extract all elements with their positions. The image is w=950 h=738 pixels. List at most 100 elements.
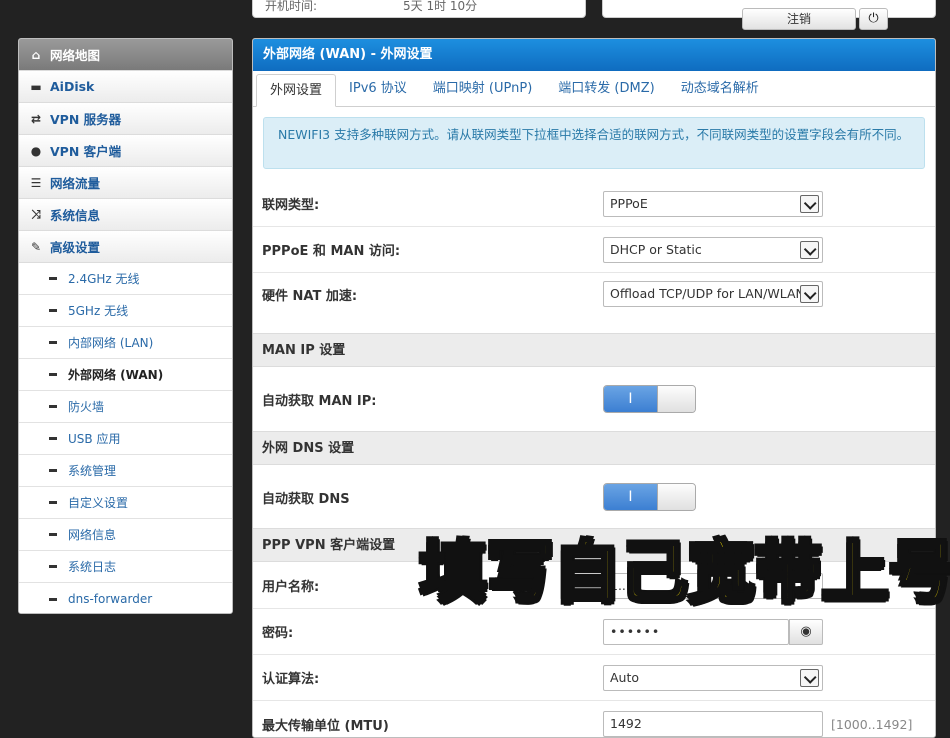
sidebar-subitem-label: 自定义设置 [68, 496, 129, 510]
show-password-button[interactable]: ◉ [789, 618, 823, 645]
chevron-down-icon [800, 194, 819, 213]
auto-dns-toggle[interactable]: I [603, 483, 696, 511]
auth-select[interactable]: Auto [603, 664, 823, 691]
auto-dns-row: 自动获取 DNS I [253, 466, 935, 528]
uptime-label: 开机时间: [265, 0, 318, 13]
auto-man-ip-label: 自动获取 MAN IP: [262, 393, 377, 409]
sidebar-item-label: VPN 服务器 [50, 112, 122, 127]
hw-nat-value: Offload TCP/UDP for LAN/WLAN [610, 286, 805, 301]
tab-upnp[interactable]: 端口映射 (UPnP) [420, 73, 545, 106]
password-input[interactable]: •••••• [603, 618, 789, 645]
wan-type-label: 联网类型: [262, 198, 320, 213]
dash-icon [49, 437, 57, 440]
retweet-icon: ⇄ [30, 111, 42, 126]
tab-wan-settings[interactable]: 外网设置 [256, 74, 337, 107]
sidebar-subitem-lan[interactable]: 内部网络 (LAN) [19, 327, 232, 359]
sidebar-item-label: VPN 客户端 [50, 144, 122, 159]
sidebar-subitem-24ghz[interactable]: 2.4GHz 无线 [19, 263, 232, 295]
sidebar-item-label: 网络流量 [50, 176, 101, 191]
sidebar-item-vpn-client[interactable]: ● VPN 客户端 [19, 135, 232, 167]
dash-icon [49, 469, 57, 472]
sidebar-subitem-firewall[interactable]: 防火墙 [19, 391, 232, 423]
toggle-on-indicator: I [604, 484, 657, 510]
home-icon: ⌂ [31, 47, 41, 62]
sidebar-subitem-admin[interactable]: 系统管理 [19, 455, 232, 487]
auth-label: 认证算法: [262, 672, 320, 687]
sidebar-item-label: AiDisk [50, 79, 95, 94]
dash-icon [49, 309, 57, 312]
toggle-knob [657, 484, 695, 510]
sidebar-item-traffic[interactable]: ☰ 网络流量 [19, 167, 232, 199]
username-label: 用户名称: [262, 580, 320, 595]
auto-man-ip-toggle[interactable]: I [603, 385, 696, 413]
overlay-caption: 填写自己宽带上号 [419, 533, 950, 613]
sidebar-subitem-label: 系统管理 [68, 464, 117, 478]
dash-icon [49, 405, 57, 408]
hw-nat-select[interactable]: Offload TCP/UDP for LAN/WLAN [603, 281, 823, 307]
chevron-down-icon [800, 240, 819, 259]
sidebar: ⌂ 网络地图 ▬ AiDisk ⇄ VPN 服务器 ● VPN 客户端 ☰ 网络… [18, 38, 233, 614]
dash-icon [49, 373, 57, 376]
man-access-row: PPPoE 和 MAN 访问: DHCP or Static [253, 227, 935, 273]
chevron-down-icon [800, 285, 819, 303]
sidebar-subitem-wan[interactable]: 外部网络 (WAN) [19, 359, 232, 391]
shuffle-icon: ⤨ [31, 207, 41, 221]
wan-type-row: 联网类型: PPPoE [253, 181, 935, 227]
mtu-row: 最大传输单位 (MTU) 1492 [1000..1492] [253, 701, 935, 737]
globe-icon: ● [30, 143, 42, 158]
toggle-knob [657, 386, 695, 412]
dash-icon [49, 277, 57, 280]
dash-icon [49, 341, 57, 344]
sidebar-subitem-label: 系统日志 [68, 560, 117, 574]
chevron-down-icon [800, 668, 819, 687]
logout-button[interactable]: 注销 [742, 8, 856, 30]
dash-icon [49, 501, 57, 504]
auto-man-ip-row: 自动获取 MAN IP: I [253, 368, 935, 430]
auth-row: 认证算法: Auto [253, 655, 935, 701]
wan-settings-panel: 外部网络 (WAN) - 外网设置 外网设置 IPv6 协议 端口映射 (UPn… [252, 38, 936, 738]
toggle-on-indicator: I [604, 386, 657, 412]
sidebar-subitem-label: 2.4GHz 无线 [68, 272, 140, 286]
auto-dns-label: 自动获取 DNS [262, 491, 350, 507]
sidebar-subitem-usb[interactable]: USB 应用 [19, 423, 232, 455]
tab-dmz[interactable]: 端口转发 (DMZ) [545, 73, 667, 106]
mtu-range-hint: [1000..1492] [831, 716, 913, 732]
tab-bar: 外网设置 IPv6 协议 端口映射 (UPnP) 端口转发 (DMZ) 动态域名… [253, 71, 935, 107]
wan-type-select[interactable]: PPPoE [603, 190, 823, 217]
wan-type-value: PPPoE [610, 195, 648, 211]
sidebar-subitem-custom[interactable]: 自定义设置 [19, 487, 232, 519]
sidebar-subitem-label: dns-forwarder [68, 592, 153, 606]
man-access-value: DHCP or Static [610, 241, 702, 257]
sidebar-subitem-5ghz[interactable]: 5GHz 无线 [19, 295, 232, 327]
wrench-icon: ✎ [30, 239, 42, 254]
password-label: 密码: [262, 626, 294, 641]
sidebar-subitem-label: 防火墙 [68, 400, 105, 414]
mtu-label: 最大传输单位 (MTU) [262, 718, 389, 734]
sidebar-subitem-label: 网络信息 [68, 528, 117, 542]
sidebar-item-aidisk[interactable]: ▬ AiDisk [19, 71, 232, 103]
sidebar-item-vpn-server[interactable]: ⇄ VPN 服务器 [19, 103, 232, 135]
tab-ddns[interactable]: 动态域名解析 [668, 73, 772, 106]
disk-icon: ▬ [30, 79, 42, 94]
auth-value: Auto [610, 669, 640, 685]
hw-nat-row: 硬件 NAT 加速: Offload TCP/UDP for LAN/WLAN [253, 273, 935, 333]
tab-ipv6[interactable]: IPv6 协议 [336, 73, 420, 106]
sidebar-item-network-map[interactable]: ⌂ 网络地图 [19, 39, 232, 71]
man-access-select[interactable]: DHCP or Static [603, 236, 823, 263]
sidebar-subitem-label: 外部网络 (WAN) [68, 368, 164, 382]
page-title: 外部网络 (WAN) - 外网设置 [253, 39, 935, 71]
sidebar-item-system-info[interactable]: ⤨ 系统信息 [19, 199, 232, 231]
dash-icon [49, 597, 57, 601]
man-ip-section-header: MAN IP 设置 [253, 333, 935, 367]
uptime-value: 5天 1时 10分 [403, 0, 478, 13]
sidebar-item-advanced[interactable]: ✎ 高级设置 [19, 231, 232, 263]
sidebar-subitem-netinfo[interactable]: 网络信息 [19, 519, 232, 551]
eye-slash-icon: ◉ [800, 623, 812, 639]
sidebar-subitem-dns-forwarder[interactable]: dns-forwarder [19, 583, 232, 613]
sidebar-subitem-label: 5GHz 无线 [68, 304, 129, 318]
sidebar-subitem-syslog[interactable]: 系统日志 [19, 551, 232, 583]
power-icon[interactable]: ⏻ [859, 8, 888, 30]
mtu-input[interactable]: 1492 [603, 711, 823, 737]
sidebar-item-label: 高级设置 [50, 240, 101, 255]
sidebar-item-label: 网络地图 [50, 48, 101, 63]
